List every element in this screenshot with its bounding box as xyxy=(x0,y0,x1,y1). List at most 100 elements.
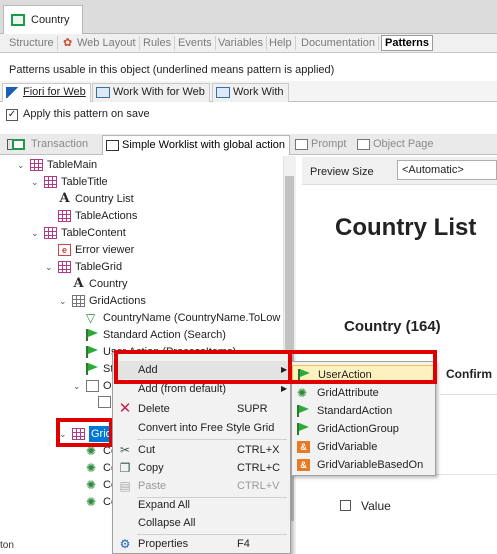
submenu-item-gridvariable[interactable]: & GridVariable xyxy=(292,438,435,456)
preview-size-select[interactable]: <Automatic> xyxy=(397,160,497,180)
tab-web-layout[interactable]: ✿ Web Layout xyxy=(61,36,140,50)
action-flag-icon xyxy=(86,346,99,358)
submenu-item-label: GridVariableBasedOn xyxy=(317,459,424,471)
tab-object-page[interactable]: Object Page xyxy=(354,135,438,155)
preview-value-checkbox[interactable] xyxy=(340,500,351,511)
tree-node-label: CountryName (CountryName.ToLow xyxy=(103,312,281,324)
expand-toggle-icon[interactable]: ⌄ xyxy=(31,225,41,241)
preview-divider xyxy=(440,394,497,395)
submenu-item-gridattribute[interactable]: ✺ GridAttribute xyxy=(292,384,435,402)
submenu-item-label: GridVariable xyxy=(317,441,378,453)
tab-fiori-for-web[interactable]: Fiori for Web xyxy=(2,83,91,102)
tab-events[interactable]: Events xyxy=(175,36,216,50)
table-icon xyxy=(58,210,71,222)
menu-item-label: Collapse All xyxy=(138,517,196,529)
menu-item-paste[interactable]: ▤ Paste CTRL+V xyxy=(113,477,290,495)
expand-toggle-icon[interactable]: ⌄ xyxy=(31,174,41,190)
submenu-item-label: StandardAction xyxy=(317,405,393,417)
menu-item-shortcut: CTRL+C xyxy=(237,462,281,474)
tab-work-with-for-web[interactable]: Work With for Web xyxy=(92,83,210,102)
attribute-icon: ✺ xyxy=(297,386,308,400)
tree-node-label: TableContent xyxy=(61,227,126,239)
cut-icon: ✂ xyxy=(119,443,131,457)
tab-help[interactable]: Help xyxy=(266,36,296,50)
menu-item-label: Properties xyxy=(138,538,189,550)
menu-item-delete[interactable]: ✕ Delete SUPR xyxy=(113,400,290,418)
status-bar-text: ton xyxy=(0,540,14,551)
tree-node-label: Country xyxy=(89,278,128,290)
tab-simple-worklist[interactable]: Simple Worklist with global action xyxy=(102,135,291,155)
menu-item-convert-free-style[interactable]: Convert into Free Style Grid xyxy=(113,419,290,437)
tab-structure[interactable]: Structure xyxy=(6,36,58,50)
submenu-item-gridactiongroup[interactable]: GridActionGroup xyxy=(292,420,435,438)
tab-patterns[interactable]: Patterns xyxy=(381,35,434,51)
text-block-icon: A xyxy=(73,276,84,291)
menu-item-shortcut: F4 xyxy=(237,538,250,550)
table-icon xyxy=(30,159,43,171)
tab-variables[interactable]: Variables xyxy=(215,36,268,50)
tree-node-label: Standard Action (Search) xyxy=(103,329,226,341)
tab-transaction-label: Transaction xyxy=(31,138,89,150)
expand-toggle-icon[interactable]: ⌄ xyxy=(17,157,27,173)
tab-web-layout-label: Web Layout xyxy=(77,37,136,49)
tab-object-page-label: Object Page xyxy=(373,138,434,150)
window-tab-label: Country xyxy=(31,14,70,26)
checkbox-checked[interactable]: ✓ xyxy=(6,109,18,121)
table-icon xyxy=(44,176,57,188)
preview-confirm-button[interactable]: Confirm xyxy=(446,367,492,381)
menu-item-label: Copy xyxy=(138,462,164,474)
menu-item-label: Cut xyxy=(138,444,156,456)
expand-toggle-icon[interactable]: ⌄ xyxy=(59,293,69,309)
delete-icon: ✕ xyxy=(118,400,132,417)
menu-item-collapse-all[interactable]: Collapse All xyxy=(113,514,290,532)
properties-icon: ⚙ xyxy=(119,537,131,551)
menu-item-expand-all[interactable]: Expand All xyxy=(113,496,290,514)
expand-toggle-icon[interactable]: ⌄ xyxy=(45,259,55,275)
preview-count: Country (164) xyxy=(344,318,441,335)
table-icon xyxy=(58,261,71,273)
tab-rules[interactable]: Rules xyxy=(140,36,176,50)
transaction-icon xyxy=(12,139,25,150)
text-block-icon: A xyxy=(59,191,70,206)
expand-toggle-icon[interactable]: ⌄ xyxy=(73,378,83,394)
highlight-useraction-item xyxy=(288,350,437,384)
tab-prompt[interactable]: Prompt xyxy=(292,135,350,155)
tab-work-with[interactable]: Work With xyxy=(212,83,289,102)
submenu-item-gridvariablebasedon[interactable]: & GridVariableBasedOn xyxy=(292,456,435,474)
tree-node-label: TableGrid xyxy=(75,261,123,273)
copy-icon: ❐ xyxy=(119,461,131,475)
action-flag-icon xyxy=(86,363,99,375)
menu-item-cut[interactable]: ✂ Cut CTRL+X xyxy=(113,441,290,459)
attribute-icon: ✺ xyxy=(86,478,97,492)
menu-item-shortcut: CTRL+V xyxy=(237,480,280,492)
tab-work-with-label: Work With xyxy=(233,86,284,98)
grid-actions-icon xyxy=(72,295,85,307)
menu-separator xyxy=(137,439,287,440)
preview-value-label: Value xyxy=(361,499,391,513)
fiori-icon xyxy=(6,87,20,98)
action-flag-icon xyxy=(297,405,310,417)
group-icon xyxy=(98,396,111,408)
menu-item-properties[interactable]: ⚙ Properties F4 xyxy=(113,535,290,553)
submenu-item-standardaction[interactable]: StandardAction xyxy=(292,402,435,420)
filter-icon: ▽ xyxy=(86,311,96,325)
submenu-item-label: GridActionGroup xyxy=(317,423,399,435)
tab-documentation[interactable]: Documentation xyxy=(298,36,379,50)
menu-item-label: Convert into Free Style Grid xyxy=(138,422,275,434)
patterns-description: Patterns usable in this object (underlin… xyxy=(9,64,335,76)
worklist-icon xyxy=(106,140,119,151)
preview-title: Country List xyxy=(335,214,477,241)
tree-node-label: TableMain xyxy=(47,159,98,171)
action-flag-icon xyxy=(86,329,99,341)
object-page-icon xyxy=(357,139,370,150)
tab-fiori-label: Fiori for Web xyxy=(23,86,86,98)
window-tab-country[interactable]: Country xyxy=(3,5,83,34)
attribute-icon: ✺ xyxy=(86,461,97,475)
menu-item-shortcut: SUPR xyxy=(237,403,268,415)
menu-item-label: Delete xyxy=(138,403,170,415)
tree-node-label: Country List xyxy=(75,193,134,205)
paste-icon: ▤ xyxy=(119,479,131,493)
tab-transaction[interactable]: Transaction xyxy=(4,135,92,155)
tab-simple-worklist-label: Simple Worklist with global action xyxy=(122,139,286,151)
menu-item-copy[interactable]: ❐ Copy CTRL+C xyxy=(113,459,290,477)
